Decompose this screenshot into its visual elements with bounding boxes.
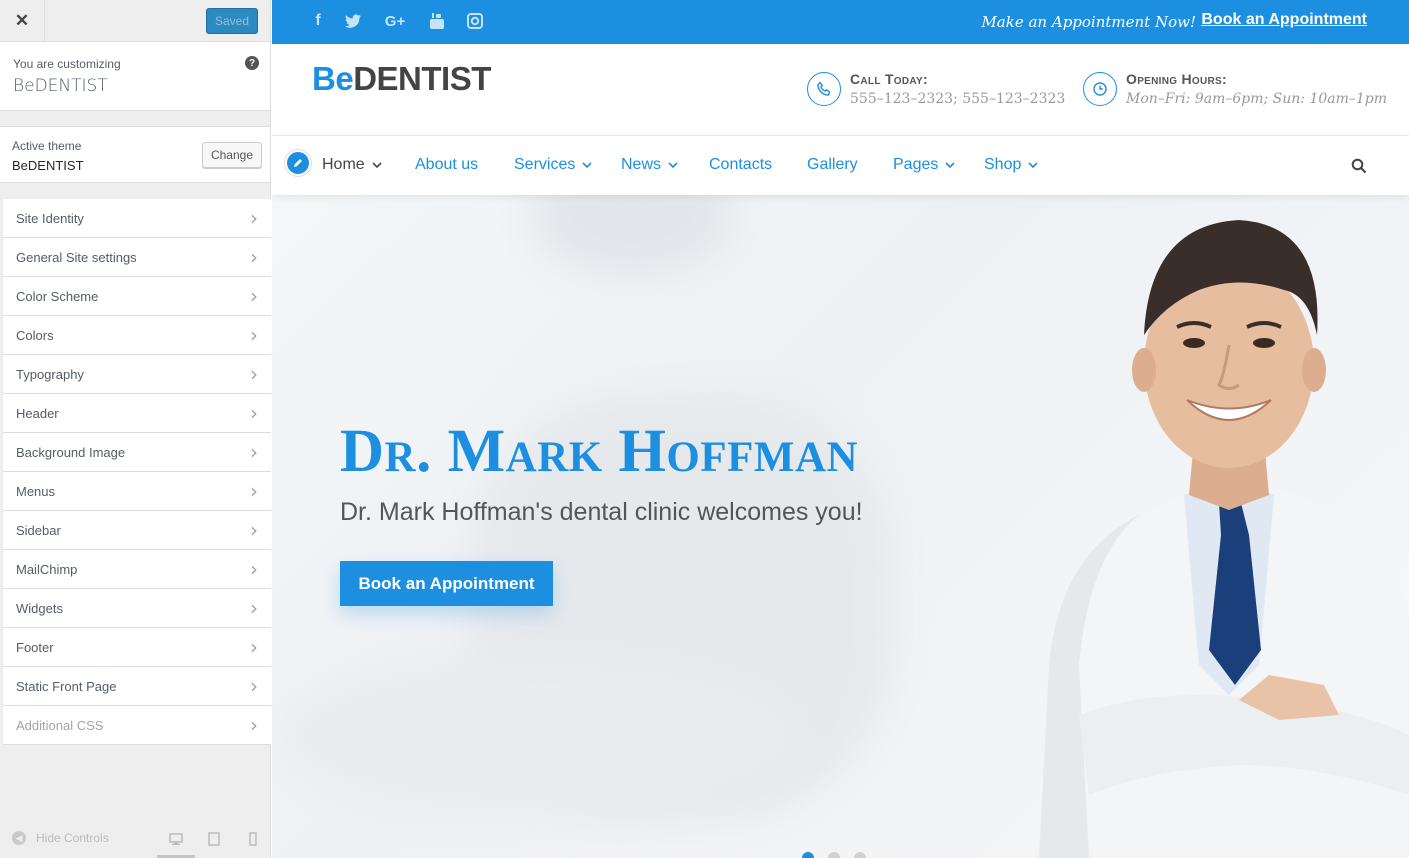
facebook-icon[interactable]: f bbox=[308, 11, 328, 31]
chevron-right-icon: › bbox=[250, 401, 258, 425]
section-color-scheme[interactable]: Color Scheme › bbox=[3, 277, 271, 316]
nav-contacts[interactable]: Contacts bbox=[709, 156, 772, 174]
section-general-site-settings[interactable]: General Site settings › bbox=[3, 238, 271, 277]
saved-button[interactable]: Saved bbox=[206, 8, 258, 34]
chevron-right-icon: › bbox=[250, 323, 258, 347]
opening-hours-text: Mon–Fri: 9am–6pm; Sun: 10am–1pm bbox=[1126, 91, 1388, 107]
call-today-block: Call Today: 555–123–2323; 555–123–2323 bbox=[807, 71, 1065, 107]
desktop-icon[interactable] bbox=[169, 832, 183, 846]
chevron-right-icon: › bbox=[250, 674, 258, 698]
section-footer[interactable]: Footer › bbox=[3, 628, 271, 667]
section-sidebar[interactable]: Sidebar › bbox=[3, 511, 271, 550]
chevron-right-icon: › bbox=[250, 596, 258, 620]
nav-home[interactable]: Home bbox=[322, 156, 382, 174]
section-colors[interactable]: Colors › bbox=[3, 316, 271, 355]
chevron-down-icon bbox=[1028, 162, 1038, 169]
call-today-numbers: 555–123–2323; 555–123–2323 bbox=[850, 91, 1066, 107]
slider-dot[interactable] bbox=[828, 852, 840, 858]
chevron-right-icon: › bbox=[250, 206, 258, 230]
hide-controls-button[interactable]: ◀ Hide Controls bbox=[12, 831, 109, 845]
edit-pencil-icon[interactable] bbox=[285, 150, 311, 176]
clock-icon bbox=[1083, 72, 1117, 106]
chevron-right-icon: › bbox=[250, 362, 258, 386]
customizing-label: You are customizing bbox=[13, 57, 121, 71]
section-background-image[interactable]: Background Image › bbox=[3, 433, 271, 472]
chevron-right-icon: › bbox=[250, 635, 258, 659]
opening-hours-title: Opening Hours: bbox=[1126, 71, 1227, 87]
nav-gallery[interactable]: Gallery bbox=[807, 156, 858, 174]
section-site-identity[interactable]: Site Identity › bbox=[3, 199, 271, 238]
nav-about-us[interactable]: About us bbox=[415, 156, 478, 174]
background-blur bbox=[532, 195, 732, 275]
hero-slider: Dr. Mark Hoffman Dr. Mark Hoffman's dent… bbox=[272, 195, 1409, 858]
chevron-right-icon: › bbox=[250, 440, 258, 464]
site-logo[interactable]: BeDENTIST bbox=[312, 60, 491, 98]
customizer-panel: ✕ Saved You are customizing BeDENTIST ? … bbox=[0, 0, 271, 858]
hero-subtitle: Dr. Mark Hoffman's dental clinic welcome… bbox=[340, 498, 863, 526]
call-today-title: Call Today: bbox=[850, 71, 928, 87]
chevron-down-icon bbox=[372, 162, 382, 169]
section-additional-css[interactable]: Additional CSS › bbox=[3, 706, 271, 745]
instagram-icon[interactable] bbox=[465, 11, 485, 31]
phone-icon bbox=[807, 72, 841, 106]
customizing-info: You are customizing BeDENTIST ? bbox=[0, 42, 270, 111]
mobile-icon[interactable] bbox=[246, 832, 260, 846]
customizer-footer: ◀ Hide Controls bbox=[0, 818, 270, 858]
tablet-icon[interactable] bbox=[207, 832, 221, 846]
google-plus-icon[interactable]: G+ bbox=[385, 11, 405, 31]
doctor-portrait bbox=[1039, 220, 1409, 858]
section-mailchimp[interactable]: MailChimp › bbox=[3, 550, 271, 589]
chevron-right-icon: › bbox=[250, 557, 258, 581]
site-header: BeDENTIST Call Today: 555–123–2323; 555–… bbox=[272, 44, 1409, 136]
section-menus[interactable]: Menus › bbox=[3, 472, 271, 511]
close-icon[interactable]: ✕ bbox=[0, 0, 45, 42]
change-theme-button[interactable]: Change bbox=[202, 142, 262, 168]
nav-pages[interactable]: Pages bbox=[893, 156, 955, 174]
customizer-sections: Site Identity › General Site settings › Co… bbox=[3, 199, 271, 745]
chevron-right-icon: › bbox=[250, 245, 258, 269]
chevron-down-icon bbox=[582, 162, 592, 169]
chevron-right-icon: › bbox=[250, 479, 258, 503]
section-header[interactable]: Header › bbox=[3, 394, 271, 433]
customizer-header: ✕ Saved bbox=[0, 0, 270, 42]
chevron-right-icon: › bbox=[250, 284, 258, 308]
section-typography[interactable]: Typography › bbox=[3, 355, 271, 394]
collapse-arrow-icon: ◀ bbox=[12, 831, 26, 845]
hero-title: Dr. Mark Hoffman bbox=[340, 418, 859, 485]
active-theme-box: Active theme BeDENTIST Change bbox=[0, 126, 270, 183]
topbar-book-appointment-link[interactable]: Book an Appointment bbox=[1201, 11, 1367, 29]
top-bar: f G+ Make an Appointment Now! Book an Ap… bbox=[272, 0, 1409, 44]
nav-shop[interactable]: Shop bbox=[984, 156, 1038, 174]
customizing-site-name: BeDENTIST bbox=[13, 76, 108, 96]
appointment-promo-text: Make an Appointment Now! bbox=[981, 13, 1196, 31]
section-widgets[interactable]: Widgets › bbox=[3, 589, 271, 628]
nav-news[interactable]: News bbox=[621, 156, 678, 174]
hero-book-appointment-button[interactable]: Book an Appointment bbox=[340, 561, 553, 606]
hide-controls-label: Hide Controls bbox=[36, 831, 109, 845]
chevron-right-icon: › bbox=[250, 518, 258, 542]
opening-hours-block: Opening Hours: Mon–Fri: 9am–6pm; Sun: 10… bbox=[1083, 71, 1387, 107]
twitter-icon[interactable] bbox=[343, 11, 363, 31]
chevron-right-icon: › bbox=[250, 713, 258, 737]
slider-dot[interactable] bbox=[854, 852, 866, 858]
slider-dot[interactable] bbox=[802, 852, 814, 858]
site-preview: f G+ Make an Appointment Now! Book an Ap… bbox=[272, 0, 1409, 858]
youtube-icon[interactable] bbox=[427, 11, 447, 31]
help-icon[interactable]: ? bbox=[245, 56, 259, 70]
chevron-down-icon bbox=[668, 162, 678, 169]
search-icon[interactable] bbox=[1351, 158, 1367, 174]
slider-pagination bbox=[802, 852, 866, 858]
section-static-front-page[interactable]: Static Front Page › bbox=[3, 667, 271, 706]
nav-services[interactable]: Services bbox=[514, 156, 592, 174]
main-navigation: Home About us Services News Contacts Gal… bbox=[272, 136, 1409, 195]
chevron-down-icon bbox=[945, 162, 955, 169]
background-blur bbox=[282, 655, 802, 815]
